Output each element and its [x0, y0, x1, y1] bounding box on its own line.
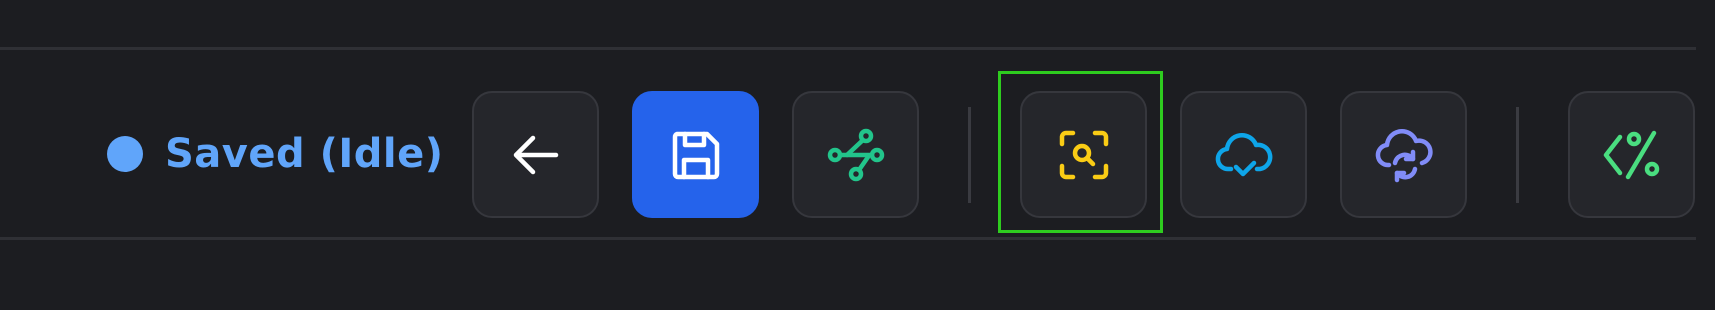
connect-button[interactable]: [792, 91, 919, 218]
status-indicator: Saved (Idle): [107, 131, 444, 177]
toolbar-separator: [1516, 107, 1519, 203]
scan-search-icon: [1059, 130, 1108, 179]
status-label: Saved (Idle): [165, 131, 444, 177]
cloud-check-icon: [1215, 132, 1272, 176]
cloud-sync-icon: [1375, 128, 1433, 182]
arrow-left-icon: [513, 135, 558, 174]
toolbar-bottom-divider: [0, 237, 1696, 240]
back-button[interactable]: [472, 91, 599, 218]
network-branch-icon: [827, 128, 884, 181]
save-button[interactable]: [632, 91, 759, 218]
cloud-sync-button[interactable]: [1340, 91, 1467, 218]
code-percent-icon: [1603, 130, 1659, 179]
cloud-check-button[interactable]: [1180, 91, 1307, 218]
scan-button[interactable]: [1020, 91, 1147, 218]
toolbar-top-divider: [0, 47, 1696, 50]
floppy-disk-icon: [672, 131, 719, 179]
toolbar-separator: [968, 107, 971, 203]
status-dot: [107, 136, 143, 172]
code-percent-button[interactable]: [1568, 91, 1695, 218]
